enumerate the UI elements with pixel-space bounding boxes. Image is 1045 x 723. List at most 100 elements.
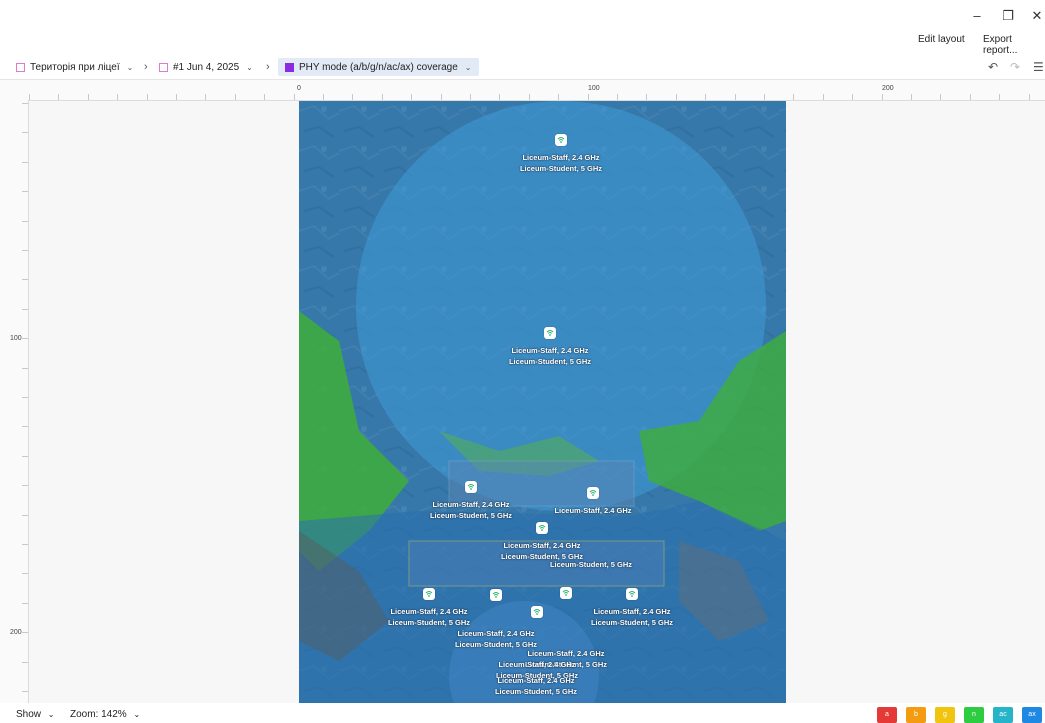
wifi-icon[interactable] bbox=[490, 589, 502, 601]
ruler-tick bbox=[587, 94, 589, 100]
wifi-icon[interactable] bbox=[536, 522, 548, 534]
breadcrumb-floor-plan-label: Територія при ліцеї bbox=[30, 61, 120, 73]
breadcrumb-visualization[interactable]: PHY mode (a/b/g/n/ac/ax) coverage ⌄ bbox=[278, 58, 479, 76]
ruler-label-h: 0 bbox=[297, 85, 301, 92]
restore-icon[interactable]: ❐ bbox=[997, 8, 1019, 24]
ruler-tick bbox=[22, 250, 28, 251]
ruler-tick bbox=[1028, 94, 1030, 100]
wifi-icon[interactable] bbox=[587, 487, 599, 499]
ruler-tick bbox=[87, 94, 89, 100]
edit-layout-button[interactable]: Edit layout bbox=[918, 34, 965, 45]
zoom-label: Zoom: 142% bbox=[70, 709, 127, 720]
chevron-down-icon[interactable]: ⌄ bbox=[246, 63, 253, 72]
ruler-tick bbox=[22, 544, 28, 545]
wifi-icon[interactable] bbox=[555, 134, 567, 146]
breadcrumb-survey-label: #1 Jun 4, 2025 bbox=[173, 61, 240, 73]
legend-chip-ax[interactable]: ax bbox=[1022, 707, 1042, 723]
ruler-tick bbox=[205, 94, 207, 100]
breadcrumb-separator-icon: › bbox=[266, 61, 270, 73]
floor-plan-icon bbox=[16, 62, 25, 72]
ruler-tick bbox=[440, 94, 442, 100]
ruler-tick bbox=[381, 94, 383, 100]
ruler-tick bbox=[764, 94, 765, 100]
access-point-ssid: Liceum-Staff, 2.4 GHz bbox=[503, 541, 581, 550]
close-icon[interactable]: ✕ bbox=[1026, 8, 1045, 24]
legend-chip-b[interactable]: b bbox=[906, 707, 926, 723]
ruler-tick bbox=[411, 94, 413, 100]
ruler-tick bbox=[617, 94, 618, 100]
access-point-label: Liceum-Student, 5 GHz bbox=[511, 559, 671, 570]
ruler-tick bbox=[999, 94, 1001, 100]
ruler-tick bbox=[22, 514, 28, 516]
ruler-tick bbox=[793, 94, 795, 100]
ruler-tick bbox=[675, 94, 677, 100]
access-point-ssid: Liceum-Student, 5 GHz bbox=[494, 687, 578, 696]
access-point-label: Liceum-Staff, 2.4 GHz Liceum-Student, 5 G… bbox=[481, 152, 641, 174]
ruler-tick bbox=[22, 103, 28, 104]
access-point-label: Liceum-Staff, 2.4 GHz bbox=[513, 505, 673, 516]
access-point-ssid: Liceum-Student, 5 GHz bbox=[549, 560, 633, 569]
ruler-tick bbox=[22, 455, 28, 457]
access-point-label: Liceum-Staff, 2.4 GHz Liceum-Student, 5 G… bbox=[349, 606, 509, 628]
wifi-icon[interactable] bbox=[465, 481, 477, 493]
legend-chip-ac[interactable]: ac bbox=[993, 707, 1013, 723]
ruler-tick bbox=[822, 94, 824, 100]
chevron-down-icon[interactable]: ⌄ bbox=[127, 63, 134, 72]
access-point-label: Liceum-Staff, 2.4 GHz Liceum-Student, 5 G… bbox=[470, 345, 630, 367]
ruler-tick bbox=[499, 94, 501, 100]
breadcrumb-survey[interactable]: #1 Jun 4, 2025 ⌄ bbox=[159, 58, 253, 76]
legend-chip-a[interactable]: a bbox=[877, 707, 897, 723]
access-point-ssid: Liceum-Staff, 2.4 GHz bbox=[497, 676, 575, 685]
ruler-tick bbox=[22, 279, 28, 281]
breadcrumb-visualization-label: PHY mode (a/b/g/n/ac/ax) coverage bbox=[299, 61, 458, 73]
access-point-label: Liceum-Staff, 2.4 GHz Liceum-Student, 5 G… bbox=[552, 606, 712, 628]
breadcrumb-floor-plan[interactable]: Територія при ліцеї ⌄ bbox=[16, 58, 133, 76]
ruler-tick bbox=[22, 426, 28, 428]
legend-chip-g[interactable]: g bbox=[935, 707, 955, 723]
ruler-label-v: 200 bbox=[10, 629, 22, 636]
ruler-tick bbox=[117, 94, 119, 100]
sliders-icon[interactable]: ☰ bbox=[1033, 60, 1044, 74]
access-point-ssid: Liceum-Student, 5 GHz bbox=[519, 164, 603, 173]
survey-icon bbox=[159, 62, 168, 72]
ruler-tick bbox=[293, 94, 295, 100]
access-point-ssid: Liceum-Student, 5 GHz bbox=[590, 618, 674, 627]
ruler-tick bbox=[22, 191, 28, 193]
ruler-label-h: 100 bbox=[588, 85, 600, 92]
show-label: Show bbox=[16, 709, 42, 720]
legend-chip-n[interactable]: n bbox=[964, 707, 984, 723]
redo-icon[interactable]: ↷ bbox=[1010, 60, 1020, 74]
ruler-tick bbox=[22, 602, 28, 604]
minimize-icon[interactable]: – bbox=[966, 8, 988, 23]
ruler-tick bbox=[969, 94, 971, 100]
export-report-button[interactable]: Export report... bbox=[983, 34, 1045, 56]
access-point-ssid: Liceum-Student, 5 GHz bbox=[387, 618, 471, 627]
coverage-map[interactable]: Liceum-Staff, 2.4 GHz Liceum-Student, 5 G… bbox=[299, 101, 786, 703]
ruler-tick bbox=[58, 94, 60, 100]
wifi-icon[interactable] bbox=[560, 587, 572, 599]
show-dropdown[interactable]: Show ⌄ bbox=[16, 709, 55, 720]
wifi-icon[interactable] bbox=[531, 606, 543, 618]
ruler-tick bbox=[734, 94, 736, 100]
chevron-down-icon[interactable]: ⌄ bbox=[465, 63, 472, 72]
wifi-icon[interactable] bbox=[626, 588, 638, 600]
ruler-label-v: 100 bbox=[10, 335, 22, 342]
ruler-tick bbox=[22, 132, 28, 134]
wifi-icon[interactable] bbox=[423, 588, 435, 600]
access-point-label: Liceum-Staff, 2.4 GHz Liceum-Student, 5 G… bbox=[456, 675, 616, 697]
ruler-tick bbox=[470, 94, 471, 100]
ruler-tick bbox=[705, 94, 707, 100]
zoom-dropdown[interactable]: Zoom: 142% ⌄ bbox=[70, 709, 140, 720]
breadcrumb-separator-icon: › bbox=[144, 61, 148, 73]
access-point-ssid: Liceum-Student, 5 GHz bbox=[508, 357, 592, 366]
ruler-tick bbox=[264, 94, 266, 100]
wifi-icon[interactable] bbox=[544, 327, 556, 339]
undo-icon[interactable]: ↶ bbox=[988, 60, 998, 74]
ruler-tick bbox=[22, 661, 28, 663]
ruler-tick bbox=[22, 485, 28, 487]
ruler-tick bbox=[881, 94, 883, 100]
ruler-label-h: 200 bbox=[882, 85, 894, 92]
ruler-tick bbox=[22, 308, 28, 310]
breadcrumb: Територія при ліцеї ⌄ › #1 Jun 4, 2025 ⌄… bbox=[0, 55, 1045, 80]
access-point-ssid: Liceum-Staff, 2.4 GHz bbox=[522, 153, 600, 162]
